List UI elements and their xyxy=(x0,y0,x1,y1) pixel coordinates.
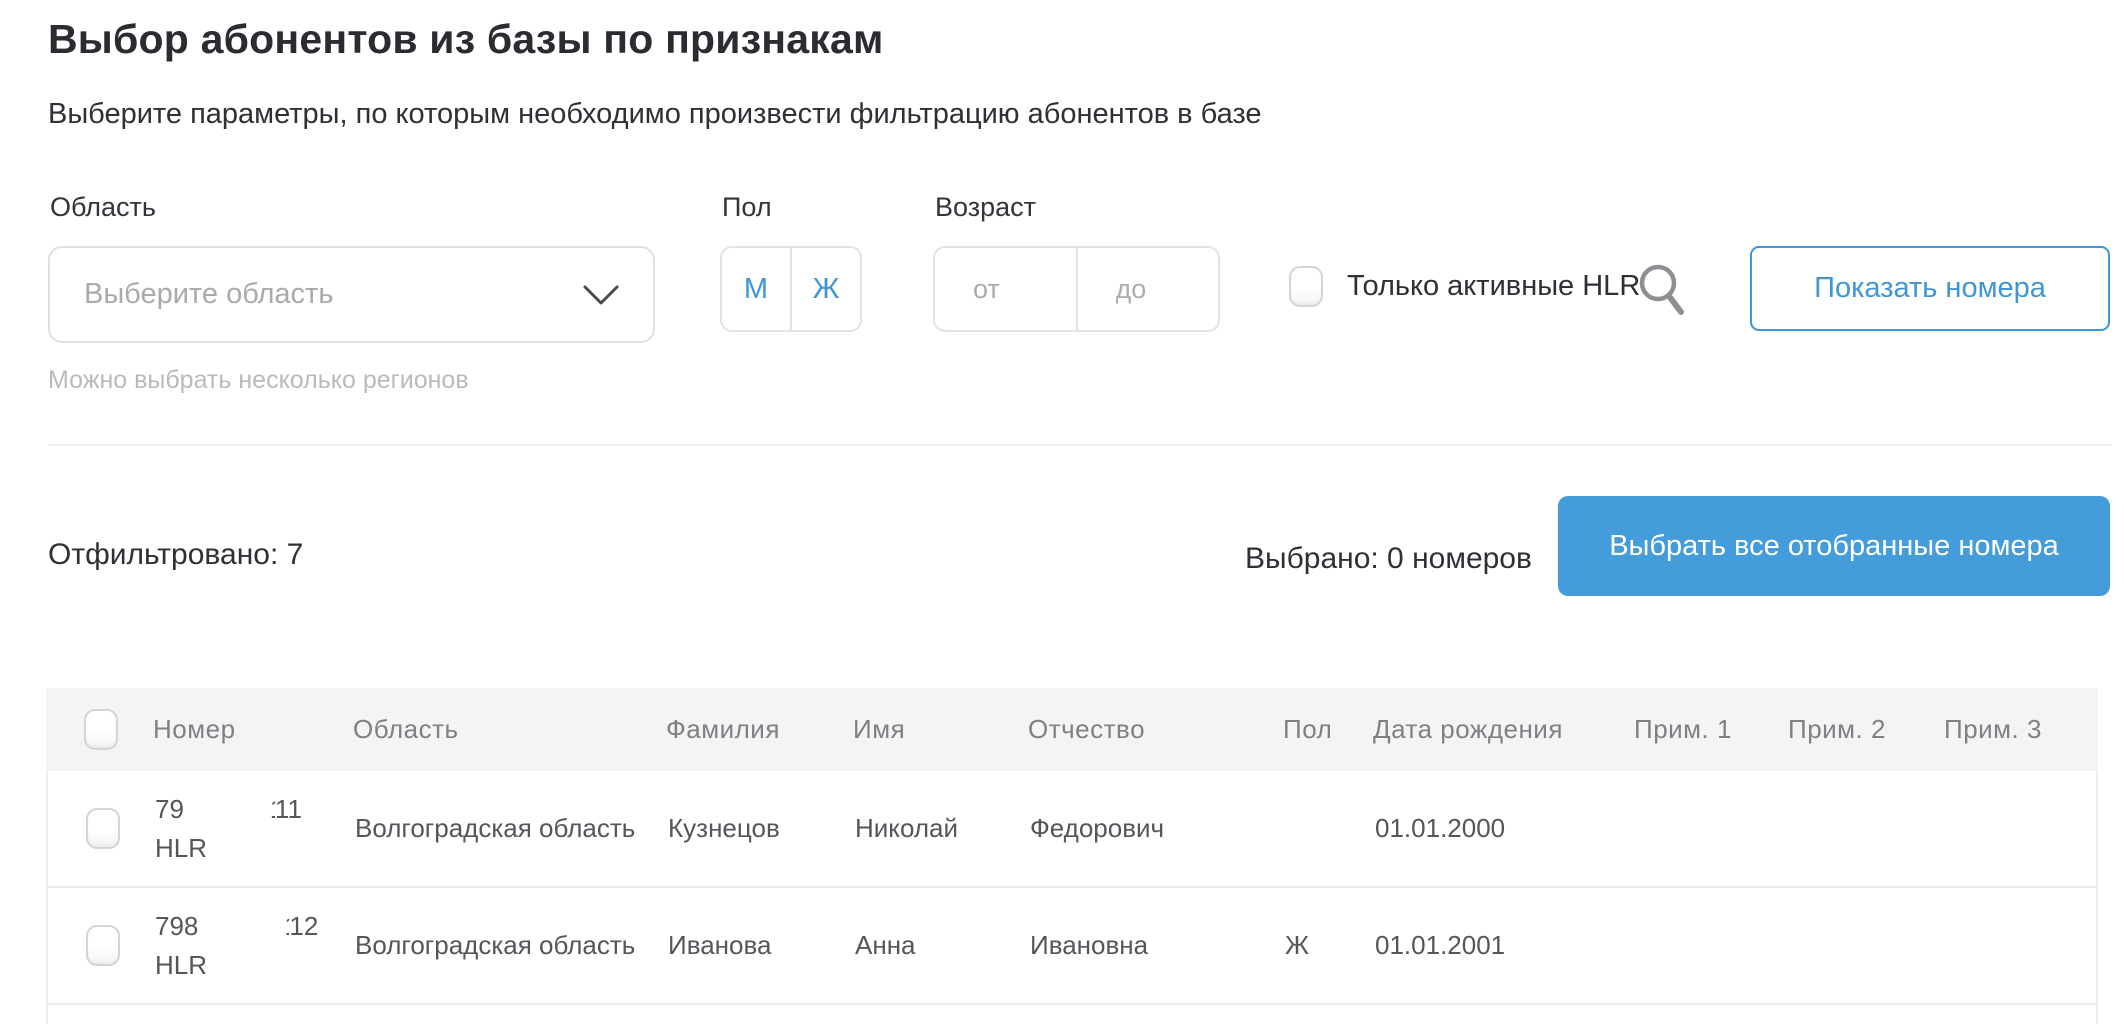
number-prefix: 79 xyxy=(155,793,184,824)
age-to-input[interactable] xyxy=(1077,248,1218,330)
cell-region: Волгоградская область xyxy=(355,930,636,960)
page-subtitle: Выберите параметры, по которым необходим… xyxy=(48,98,1262,130)
region-label: Область xyxy=(50,192,156,222)
col-header-region: Область xyxy=(353,714,459,744)
col-header-middlename: Отчество xyxy=(1028,714,1146,744)
table-row-partial xyxy=(48,1005,2096,1024)
region-hint: Можно выбрать несколько регионов xyxy=(48,366,469,394)
number-suffix: 12 xyxy=(289,910,319,941)
cell-number: 79 11 HLR xyxy=(155,790,355,868)
cell-lastname: Кузнецов xyxy=(668,813,780,843)
cell-region: Волгоградская область xyxy=(355,813,636,843)
row-checkbox[interactable] xyxy=(86,925,120,966)
table-row: 79812 HLR Волгоградская область Иванова … xyxy=(48,888,2096,1005)
cell-lastname: Иванова xyxy=(668,930,772,960)
hlr-filter: Только активные HLR xyxy=(1289,266,1640,307)
col-header-note2: Прим. 2 xyxy=(1788,714,1886,744)
region-select-dropdown[interactable]: Выберите область xyxy=(48,246,655,343)
show-numbers-button[interactable]: Показать номера xyxy=(1750,246,2110,331)
hlr-checkbox-label: Только активные HLR xyxy=(1347,270,1641,302)
gender-label: Пол xyxy=(722,192,772,222)
table-header-row: Номер Область Фамилия Имя Отчество Пол Д… xyxy=(46,688,2098,771)
col-header-lastname: Фамилия xyxy=(666,714,780,744)
gender-toggle: М Ж xyxy=(720,246,862,332)
age-range-inputs xyxy=(933,246,1220,332)
col-header-note1: Прим. 1 xyxy=(1634,714,1732,744)
age-label: Возраст xyxy=(935,192,1036,222)
page-title: Выбор абонентов из базы по признакам xyxy=(48,16,884,62)
selected-count: Выбрано: 0 номеров xyxy=(1245,542,1532,575)
search-button[interactable] xyxy=(1636,260,1692,324)
subscribers-table: Номер Область Фамилия Имя Отчество Пол Д… xyxy=(46,688,2098,1024)
cell-middlename: Федорович xyxy=(1030,813,1165,843)
search-icon xyxy=(1636,262,1692,322)
cell-firstname: Николай xyxy=(855,813,959,843)
col-header-number: Номер xyxy=(153,714,236,744)
select-all-numbers-button[interactable]: Выбрать все отобранные номера xyxy=(1558,496,2110,596)
table-row: 7911 HLR Волгоградская область Кузнецов … xyxy=(48,771,2096,888)
cell-firstname: Анна xyxy=(855,930,916,960)
gender-female-button[interactable]: Ж xyxy=(790,248,860,330)
cell-number: 798 12 HLR xyxy=(155,907,355,985)
section-divider xyxy=(48,444,2112,446)
cell-gender: Ж xyxy=(1285,930,1310,960)
region-select-placeholder: Выберите область xyxy=(84,278,334,310)
number-hlr-tag: HLR xyxy=(155,949,208,980)
select-all-checkbox[interactable] xyxy=(84,709,118,750)
row-checkbox[interactable] xyxy=(86,808,120,849)
col-header-firstname: Имя xyxy=(853,714,906,744)
chevron-down-icon xyxy=(581,283,621,307)
number-suffix: 11 xyxy=(274,793,302,824)
cell-middlename: Ивановна xyxy=(1030,930,1149,960)
number-hlr-tag: HLR xyxy=(155,832,208,863)
col-header-note3: Прим. 3 xyxy=(1944,714,2042,744)
cell-birthdate: 01.01.2001 xyxy=(1375,930,1506,960)
number-prefix: 798 xyxy=(155,910,199,941)
col-header-gender: Пол xyxy=(1283,714,1333,744)
col-header-birthdate: Дата рождения xyxy=(1373,714,1563,744)
gender-male-button[interactable]: М xyxy=(722,248,790,330)
age-from-input[interactable] xyxy=(935,248,1076,330)
cell-birthdate: 01.01.2000 xyxy=(1375,813,1506,843)
hlr-active-checkbox[interactable] xyxy=(1289,266,1323,307)
table-body: 7911 HLR Волгоградская область Кузнецов … xyxy=(46,771,2098,1024)
filtered-count: Отфильтровано: 7 xyxy=(48,538,304,571)
